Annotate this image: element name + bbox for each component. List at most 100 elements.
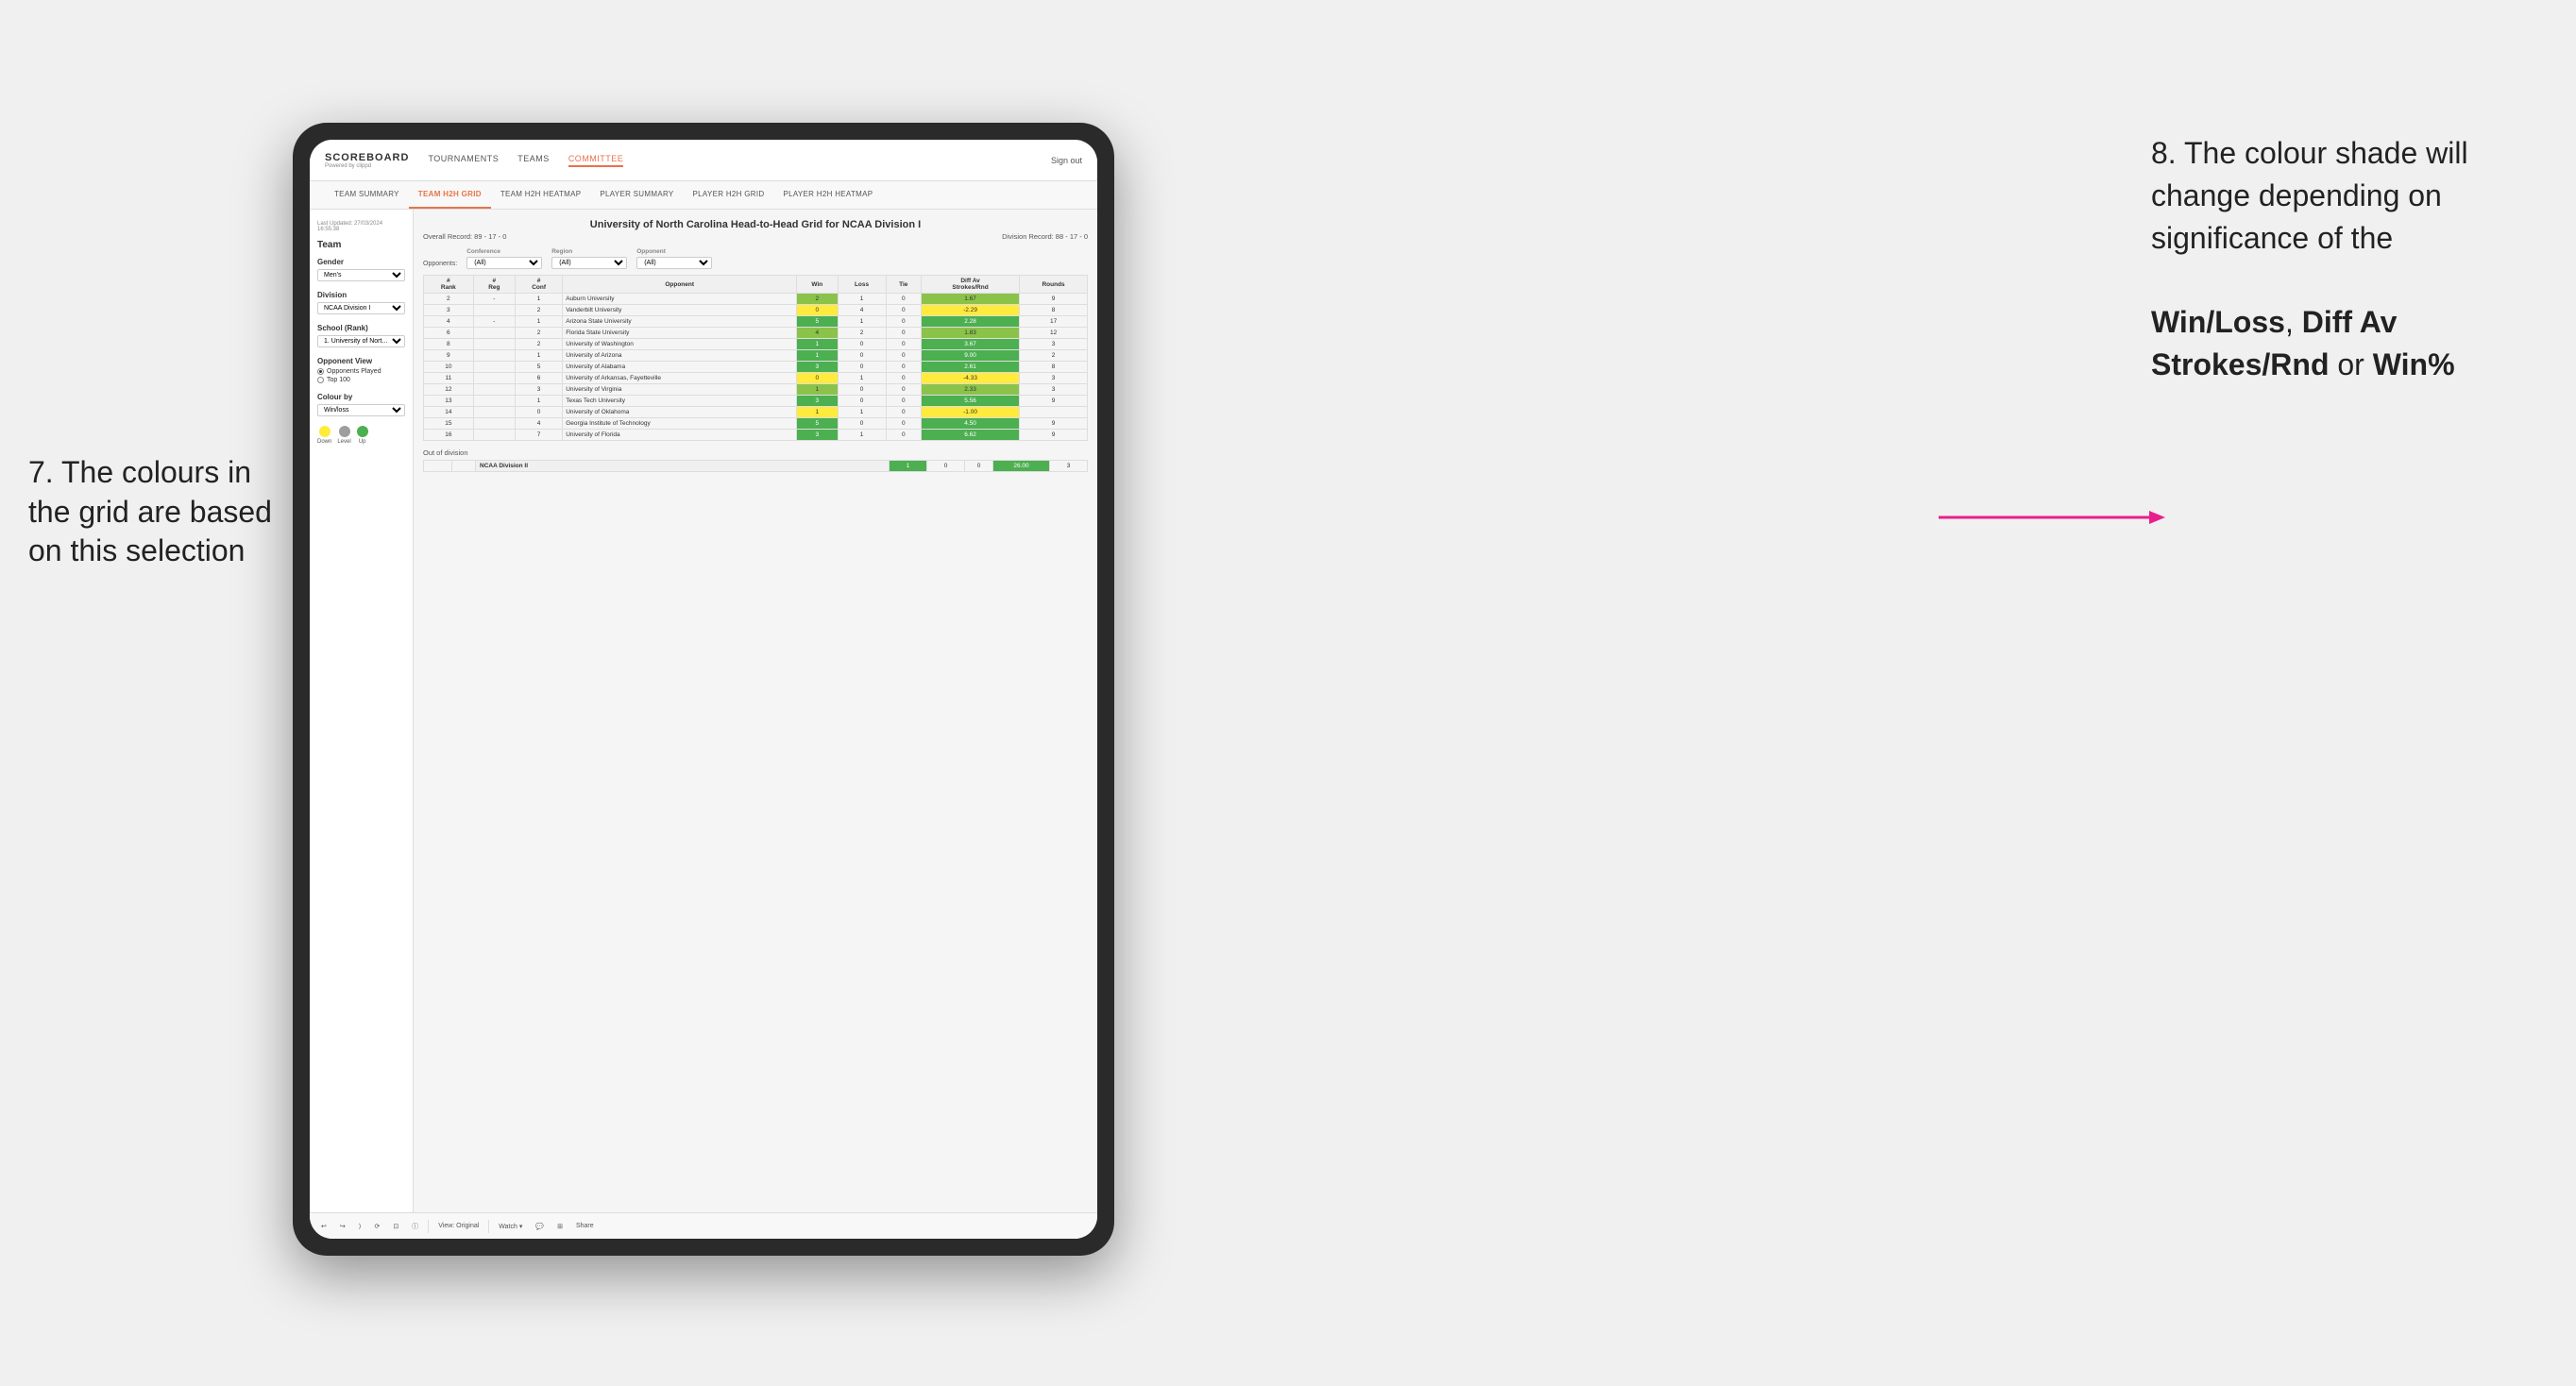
comment-btn[interactable]: 💬 (532, 1221, 548, 1232)
bottom-toolbar: ↩ ↪ ⟩ ⟳ ⊡ ⓘ View: Original Watch ▾ 💬 ⊞ S… (310, 1212, 1097, 1239)
cell-rank: 2 (424, 294, 474, 305)
cell-rounds: 9 (1020, 430, 1088, 441)
col-conf: #Conf (516, 276, 563, 294)
cell-diff: 4.50 (921, 418, 1019, 430)
grid-title: University of North Carolina Head-to-Hea… (423, 219, 1088, 230)
logo-sub: Powered by clippd (325, 163, 409, 169)
cell-conf: 4 (516, 418, 563, 430)
cell-reg (473, 396, 515, 407)
cell-rounds: 2 (1020, 350, 1088, 362)
col-rank: #Rank (424, 276, 474, 294)
cell-diff: 2.33 (921, 384, 1019, 396)
top-nav: SCOREBOARD Powered by clippd TOURNAMENTS… (310, 140, 1097, 181)
content-area: Last Updated: 27/03/2024 16:55:38 Team G… (310, 210, 1097, 1212)
colour-by-section: Colour by Win/loss (317, 393, 405, 416)
info-btn[interactable]: ⓘ (408, 1220, 422, 1233)
tab-team-summary[interactable]: TEAM SUMMARY (325, 181, 409, 209)
school-label: School (Rank) (317, 324, 405, 332)
cell-tie: 0 (886, 373, 921, 384)
share-btn[interactable]: Share (572, 1221, 598, 1231)
cell-tie: 0 (886, 294, 921, 305)
tab-team-h2h-heatmap[interactable]: TEAM H2H HEATMAP (491, 181, 591, 209)
cell-win: 5 (797, 316, 838, 328)
out-of-division: Out of division NCAA Division II 1 0 0 2… (423, 448, 1088, 472)
radio-opponents-played[interactable]: Opponents Played (317, 368, 405, 375)
cell-rank: 10 (424, 362, 474, 373)
cell-tie: 0 (886, 316, 921, 328)
region-select[interactable]: (All) (551, 257, 627, 269)
undo-btn[interactable]: ↩ (317, 1221, 330, 1232)
redo-btn[interactable]: ↪ (336, 1221, 349, 1232)
out-of-division-table: NCAA Division II 1 0 0 26.00 3 (423, 460, 1088, 472)
cell-win: 0 (797, 373, 838, 384)
sign-out-link[interactable]: Sign out (1051, 156, 1082, 165)
tab-player-h2h-heatmap[interactable]: PLAYER H2H HEATMAP (773, 181, 882, 209)
nav-committee[interactable]: COMMITTEE (568, 154, 624, 167)
legend-level-label: Level (337, 439, 350, 445)
cell-rank: 15 (424, 418, 474, 430)
legend-down: Down (317, 426, 331, 445)
cell-rounds (1020, 407, 1088, 418)
cell-loss: 0 (838, 362, 886, 373)
school-select[interactable]: 1. University of Nort... (317, 335, 405, 347)
nav-tournaments[interactable]: TOURNAMENTS (428, 154, 499, 167)
tablet-screen: SCOREBOARD Powered by clippd TOURNAMENTS… (310, 140, 1097, 1239)
cell-diff: 1.67 (921, 294, 1019, 305)
filter-row: Opponents: Conference (All) Region (All) (423, 248, 1088, 269)
radio-top100[interactable]: Top 100 (317, 377, 405, 383)
radio-group: Opponents Played Top 100 (317, 368, 405, 383)
table-row: 6 2 Florida State University 4 2 0 1.83 … (424, 328, 1088, 339)
tab-player-h2h-grid[interactable]: PLAYER H2H GRID (684, 181, 774, 209)
ood-rounds: 3 (1050, 461, 1088, 472)
grid-records: Overall Record: 89 - 17 - 0 Division Rec… (423, 232, 1088, 241)
annotation-bold3: Win% (2373, 347, 2455, 381)
watch-btn[interactable]: Watch ▾ (495, 1221, 526, 1232)
cell-conf: 1 (516, 294, 563, 305)
nav-teams[interactable]: TEAMS (517, 154, 550, 167)
cell-diff: 6.62 (921, 430, 1019, 441)
refresh-btn[interactable]: ⟳ (370, 1221, 383, 1232)
table-row: 13 1 Texas Tech University 3 0 0 5.56 9 (424, 396, 1088, 407)
gender-select[interactable]: Men's (317, 269, 405, 281)
ood-diff: 26.00 (993, 461, 1050, 472)
tab-player-summary[interactable]: PLAYER SUMMARY (590, 181, 683, 209)
view-original-btn[interactable]: View: Original (434, 1221, 483, 1231)
annotation-comma: , (2285, 305, 2302, 339)
table-row: 12 3 University of Virginia 1 0 0 2.33 3 (424, 384, 1088, 396)
cell-win: 0 (797, 305, 838, 316)
crop-btn[interactable]: ⊡ (389, 1221, 402, 1232)
overall-record: Overall Record: 89 - 17 - 0 (423, 232, 506, 241)
cell-loss: 4 (838, 305, 886, 316)
data-table: #Rank #Reg #Conf Opponent Win Loss Tie D… (423, 275, 1088, 441)
cell-reg (473, 362, 515, 373)
opponent-filter: Opponent (All) (636, 248, 712, 269)
cell-diff: -1.00 (921, 407, 1019, 418)
opponents-label: Opponents: (423, 261, 457, 267)
cell-conf: 5 (516, 362, 563, 373)
cell-tie: 0 (886, 384, 921, 396)
colour-by-select[interactable]: Win/loss (317, 404, 405, 416)
region-label: Region (551, 248, 627, 255)
ood-tie: 0 (965, 461, 993, 472)
table-row: 2 - 1 Auburn University 2 1 0 1.67 9 (424, 294, 1088, 305)
grid-btn[interactable]: ⊞ (553, 1221, 567, 1232)
cell-loss: 1 (838, 407, 886, 418)
table-row: 3 2 Vanderbilt University 0 4 0 -2.29 8 (424, 305, 1088, 316)
cell-reg (473, 305, 515, 316)
cell-diff: 2.61 (921, 362, 1019, 373)
cell-reg (473, 430, 515, 441)
tab-team-h2h-grid[interactable]: TEAM H2H GRID (409, 181, 491, 209)
cell-rounds: 3 (1020, 384, 1088, 396)
cell-tie: 0 (886, 328, 921, 339)
division-select[interactable]: NCAA Division I (317, 302, 405, 314)
sub-nav: TEAM SUMMARY TEAM H2H GRID TEAM H2H HEAT… (310, 181, 1097, 210)
cell-rank: 9 (424, 350, 474, 362)
division-label: Division (317, 291, 405, 299)
conference-filter: Conference (All) (466, 248, 542, 269)
conference-select[interactable]: (All) (466, 257, 542, 269)
logo-area: SCOREBOARD Powered by clippd (325, 152, 409, 169)
forward-btn[interactable]: ⟩ (355, 1221, 365, 1232)
opponent-select[interactable]: (All) (636, 257, 712, 269)
cell-rounds: 9 (1020, 418, 1088, 430)
cell-reg (473, 418, 515, 430)
